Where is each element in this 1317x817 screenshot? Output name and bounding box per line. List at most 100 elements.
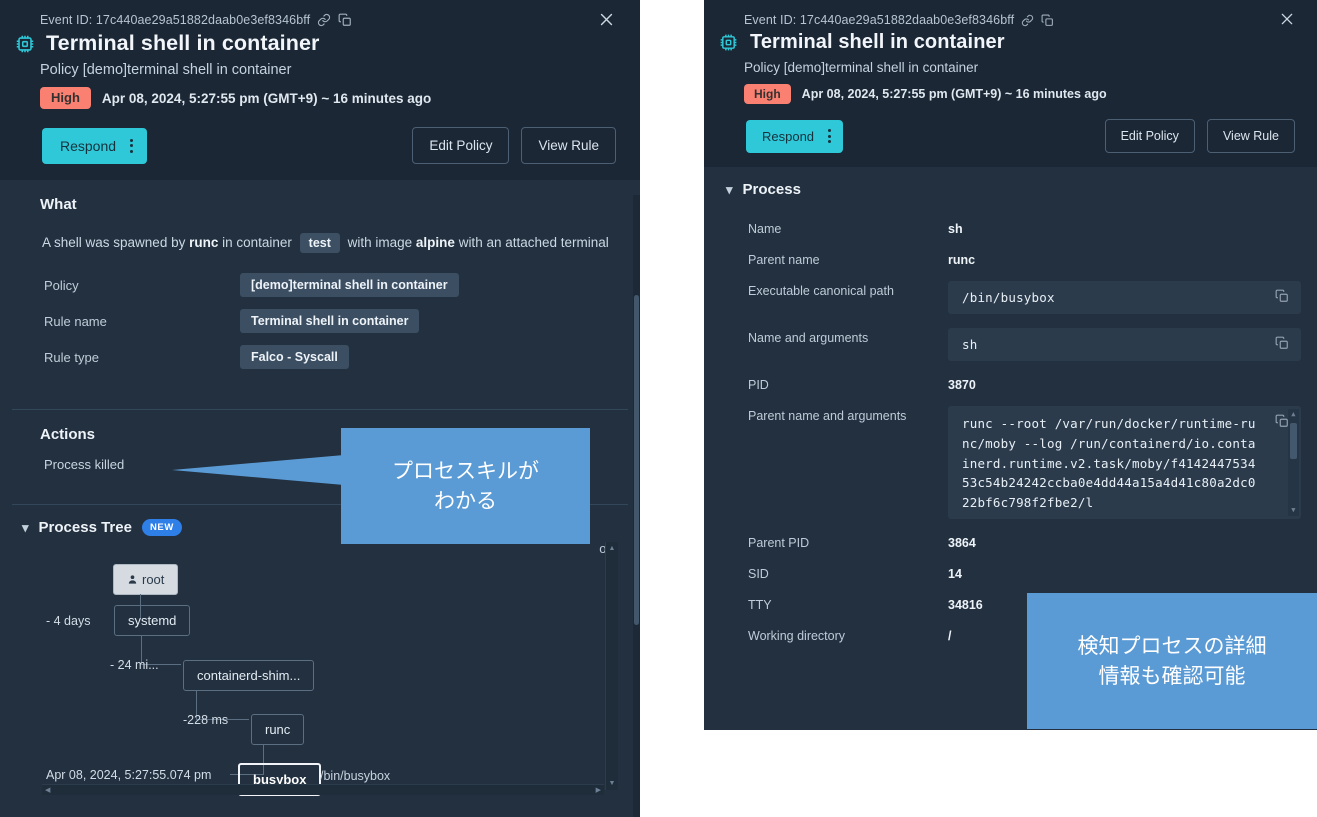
scroll-down-icon[interactable]: ▼ xyxy=(1291,507,1295,514)
panel-header-left: Event ID: 17c440ae29a51882daab0e3ef8346b… xyxy=(0,0,640,180)
row-key: Name and arguments xyxy=(748,328,948,345)
row-value-chip[interactable]: Falco - Syscall xyxy=(240,345,349,369)
callout-text: 検知プロセスの詳細 情報も確認可能 xyxy=(1078,631,1267,692)
code-text: /bin/busybox xyxy=(962,290,1055,305)
what-text-2: in container xyxy=(218,235,295,250)
row-value-code[interactable]: /bin/busybox xyxy=(948,281,1301,314)
copy-icon[interactable] xyxy=(338,13,352,27)
section-process: ▾ Process Name sh Parent name runc Execu… xyxy=(704,167,1317,650)
code-text: runc --root /var/run/docker/runtime-runc… xyxy=(962,416,1256,510)
row-value: 34816 xyxy=(948,595,983,612)
what-bold-runc: runc xyxy=(189,235,218,250)
row-value-chip[interactable]: Terminal shell in container xyxy=(240,309,419,333)
tree-horizontal-scrollbar[interactable]: ◀ ▶ xyxy=(42,784,604,795)
annotation-callout-left: プロセスキルが わかる xyxy=(341,428,590,544)
row-value: 14 xyxy=(948,564,962,581)
timestamp-label: Apr 08, 2024, 5:27:55 pm (GMT+9) ~ 16 mi… xyxy=(102,91,431,106)
close-icon[interactable] xyxy=(598,11,616,29)
row-value-code-multiline[interactable]: runc --root /var/run/docker/runtime-runc… xyxy=(948,406,1301,519)
code-scrollbar[interactable]: ▲ ▼ xyxy=(1288,409,1299,516)
process-section-header[interactable]: ▾ Process xyxy=(704,181,1317,198)
tree-node-root[interactable]: root xyxy=(113,564,178,595)
close-icon[interactable] xyxy=(1279,11,1297,29)
row-value: 3864 xyxy=(948,533,976,550)
edit-policy-button[interactable]: Edit Policy xyxy=(412,127,509,164)
copy-icon[interactable] xyxy=(1275,336,1289,353)
kebab-menu-icon[interactable] xyxy=(130,139,133,153)
tree-node-label: systemd xyxy=(128,613,176,628)
title-row: Terminal shell in container xyxy=(704,29,1317,54)
tree-node-label: runc xyxy=(265,722,290,737)
row-key: Parent name and arguments xyxy=(748,406,948,423)
copy-icon[interactable] xyxy=(1275,414,1289,434)
status-badge: High xyxy=(744,84,791,104)
copy-icon[interactable] xyxy=(1275,289,1289,306)
row-value: 3870 xyxy=(948,375,976,392)
tree-node-label: root xyxy=(142,572,164,587)
callout-pointer-left xyxy=(172,455,344,485)
view-rule-button[interactable]: View Rule xyxy=(521,127,616,164)
row-value-chip[interactable]: [demo]terminal shell in container xyxy=(240,273,459,297)
scroll-up-icon[interactable]: ▲ xyxy=(609,545,616,552)
tree-time-label: Apr 08, 2024, 5:27:55.074 pm xyxy=(46,768,211,782)
event-id-row: Event ID: 17c440ae29a51882daab0e3ef8346b… xyxy=(0,8,640,29)
scroll-up-icon[interactable]: ▲ xyxy=(1291,411,1295,418)
kebab-menu-icon[interactable] xyxy=(828,129,831,143)
tree-node-runc[interactable]: runc xyxy=(251,714,304,745)
table-row: PID 3870 xyxy=(704,368,1317,399)
table-row: Policy [demo]terminal shell in container xyxy=(0,267,640,303)
tree-node-containerd-shim[interactable]: containerd-shim... xyxy=(183,660,314,691)
scrollbar-thumb[interactable] xyxy=(1290,423,1297,459)
row-key: Executable canonical path xyxy=(748,281,948,298)
tree-vertical-scrollbar[interactable]: ▲ ▼ xyxy=(605,542,618,790)
event-id-row: Event ID: 17c440ae29a51882daab0e3ef8346b… xyxy=(704,8,1317,29)
respond-button[interactable]: Respond xyxy=(746,120,843,153)
process-rows: Name sh Parent name runc Executable cano… xyxy=(704,198,1317,650)
table-row: Name and arguments sh xyxy=(704,321,1317,368)
view-rule-button[interactable]: View Rule xyxy=(1207,119,1295,153)
row-key: Parent name xyxy=(748,250,948,267)
scroll-left-icon[interactable]: ◀ xyxy=(45,787,50,794)
row-key: Working directory xyxy=(748,626,948,643)
respond-button[interactable]: Respond xyxy=(42,128,147,164)
panel-scrollbar-left[interactable] xyxy=(633,195,640,817)
row-key: PID xyxy=(748,375,948,392)
tree-time-label: - 4 days xyxy=(46,614,90,628)
severity-row: High Apr 08, 2024, 5:27:55 pm (GMT+9) ~ … xyxy=(0,78,640,109)
page-title: Terminal shell in container xyxy=(750,31,1005,54)
policy-subtitle: Policy [demo]terminal shell in container xyxy=(704,54,1317,75)
annotation-callout-right: 検知プロセスの詳細 情報も確認可能 xyxy=(1027,593,1317,729)
section-title-process: Process xyxy=(743,181,801,198)
event-id-label: Event ID: 17c440ae29a51882daab0e3ef8346b… xyxy=(744,13,1014,27)
table-row: SID 14 xyxy=(704,557,1317,588)
table-row: Name sh xyxy=(704,212,1317,243)
code-text: sh xyxy=(962,337,977,352)
new-badge: NEW xyxy=(142,519,182,536)
container-pill: test xyxy=(300,233,340,253)
section-what: What A shell was spawned by runc in cont… xyxy=(0,180,640,393)
row-value: sh xyxy=(948,219,963,236)
tree-node-systemd[interactable]: systemd xyxy=(114,605,190,636)
respond-label: Respond xyxy=(762,129,814,144)
link-icon[interactable] xyxy=(317,13,331,27)
row-key: Policy xyxy=(44,278,240,293)
row-key: TTY xyxy=(748,595,948,612)
scroll-right-icon[interactable]: ▶ xyxy=(596,787,601,794)
row-value: / xyxy=(948,626,951,643)
edit-policy-button[interactable]: Edit Policy xyxy=(1105,119,1195,153)
scroll-down-icon[interactable]: ▼ xyxy=(609,780,616,787)
screenshot-root: Event ID: 17c440ae29a51882daab0e3ef8346b… xyxy=(0,0,1317,817)
process-tree-canvas[interactable]: ore root - 4 days systemd xyxy=(0,536,640,798)
row-key: Name xyxy=(748,219,948,236)
row-key: Rule name xyxy=(44,314,240,329)
section-title-process-tree: Process Tree xyxy=(39,519,132,536)
copy-icon[interactable] xyxy=(1041,14,1054,27)
link-icon[interactable] xyxy=(1021,14,1034,27)
row-key: Parent PID xyxy=(748,533,948,550)
table-row: Parent name runc xyxy=(704,243,1317,274)
scrollbar-thumb[interactable] xyxy=(634,295,639,625)
row-value-code[interactable]: sh xyxy=(948,328,1301,361)
timestamp-label: Apr 08, 2024, 5:27:55 pm (GMT+9) ~ 16 mi… xyxy=(802,87,1107,101)
row-key: Rule type xyxy=(44,350,240,365)
respond-label: Respond xyxy=(60,138,116,154)
